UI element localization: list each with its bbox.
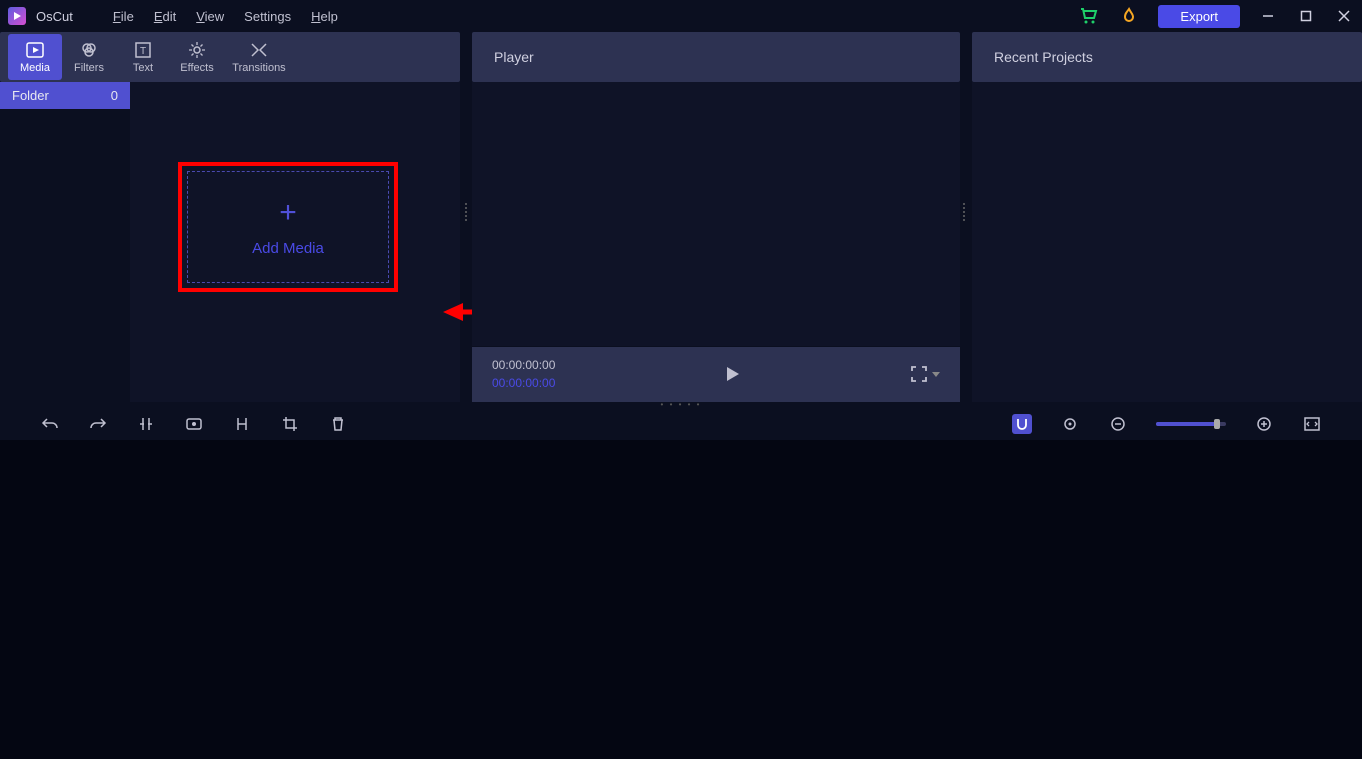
transitions-icon (249, 40, 269, 60)
record-button[interactable] (184, 414, 204, 434)
zoom-in-button[interactable] (1254, 414, 1274, 434)
media-icon (25, 40, 45, 60)
fit-button[interactable] (1302, 414, 1322, 434)
player-time-current: 00:00:00:00 (492, 358, 555, 372)
tab-media-label: Media (20, 62, 50, 74)
resize-handle-left[interactable] (465, 202, 469, 222)
player-time-total: 00:00:00:00 (492, 376, 555, 390)
menu-edit[interactable]: Edit (154, 9, 176, 24)
menu-settings[interactable]: Settings (244, 9, 291, 24)
main-area: Folder 0 + Add Media 00:00:00:00 (0, 82, 1362, 402)
player-viewport[interactable] (472, 82, 960, 346)
folder-sidebar: Folder 0 (0, 82, 130, 402)
promo-icon[interactable] (1118, 5, 1140, 27)
main-menu: File Edit View Settings Help (113, 9, 338, 24)
app-name: OsCut (36, 9, 73, 24)
menu-help[interactable]: Help (311, 9, 338, 24)
tab-text[interactable]: T Text (116, 34, 170, 80)
cart-icon[interactable] (1078, 5, 1100, 27)
player-panel: 00:00:00:00 00:00:00:00 (472, 82, 960, 402)
marker-button[interactable] (1060, 414, 1080, 434)
media-drop-area: + Add Media (130, 82, 460, 402)
maximize-button[interactable] (1296, 6, 1316, 26)
tab-filters[interactable]: Filters (62, 34, 116, 80)
text-icon: T (133, 40, 153, 60)
tab-transitions-label: Transitions (232, 62, 285, 74)
tab-filters-label: Filters (74, 62, 104, 74)
trim-button[interactable] (232, 414, 252, 434)
recent-panel-header: Recent Projects (972, 32, 1362, 82)
tab-effects[interactable]: Effects (170, 34, 224, 80)
chevron-down-icon (932, 370, 940, 378)
delete-button[interactable] (328, 414, 348, 434)
tab-bar: Media Filters T Text Effects Transitions… (0, 32, 1362, 82)
app-logo (8, 7, 26, 25)
split-button[interactable] (136, 414, 156, 434)
fullscreen-button[interactable] (910, 365, 940, 383)
tab-text-label: Text (133, 62, 153, 74)
player-panel-header: Player (472, 32, 960, 82)
crop-button[interactable] (280, 414, 300, 434)
snap-toggle[interactable] (1012, 414, 1032, 434)
recent-panel-title: Recent Projects (994, 49, 1093, 65)
redo-button[interactable] (88, 414, 108, 434)
play-button[interactable] (723, 364, 743, 384)
add-media-button[interactable]: + Add Media (178, 162, 398, 292)
folder-item[interactable]: Folder 0 (0, 82, 130, 109)
folder-item-label: Folder (12, 88, 49, 103)
tab-transitions[interactable]: Transitions (224, 34, 294, 80)
export-button[interactable]: Export (1158, 5, 1240, 28)
close-button[interactable] (1334, 6, 1354, 26)
zoom-out-button[interactable] (1108, 414, 1128, 434)
player-controls: 00:00:00:00 00:00:00:00 (472, 346, 960, 402)
tab-effects-label: Effects (180, 62, 213, 74)
resize-handle-right[interactable] (963, 202, 967, 222)
folder-item-count: 0 (111, 88, 118, 103)
player-panel-title: Player (494, 49, 534, 65)
svg-text:T: T (140, 46, 146, 57)
undo-button[interactable] (40, 414, 60, 434)
minimize-button[interactable] (1258, 6, 1278, 26)
menu-view[interactable]: View (196, 9, 224, 24)
media-panel: Folder 0 + Add Media (0, 82, 460, 402)
effects-icon (187, 40, 207, 60)
menu-file[interactable]: File (113, 9, 134, 24)
filters-icon (79, 40, 99, 60)
timeline[interactable] (0, 440, 1362, 759)
tab-media[interactable]: Media (8, 34, 62, 80)
titlebar: OsCut File Edit View Settings Help Expor… (0, 0, 1362, 32)
recent-projects-panel (972, 82, 1362, 402)
timeline-toolbar (0, 408, 1362, 440)
zoom-slider[interactable] (1156, 422, 1226, 426)
